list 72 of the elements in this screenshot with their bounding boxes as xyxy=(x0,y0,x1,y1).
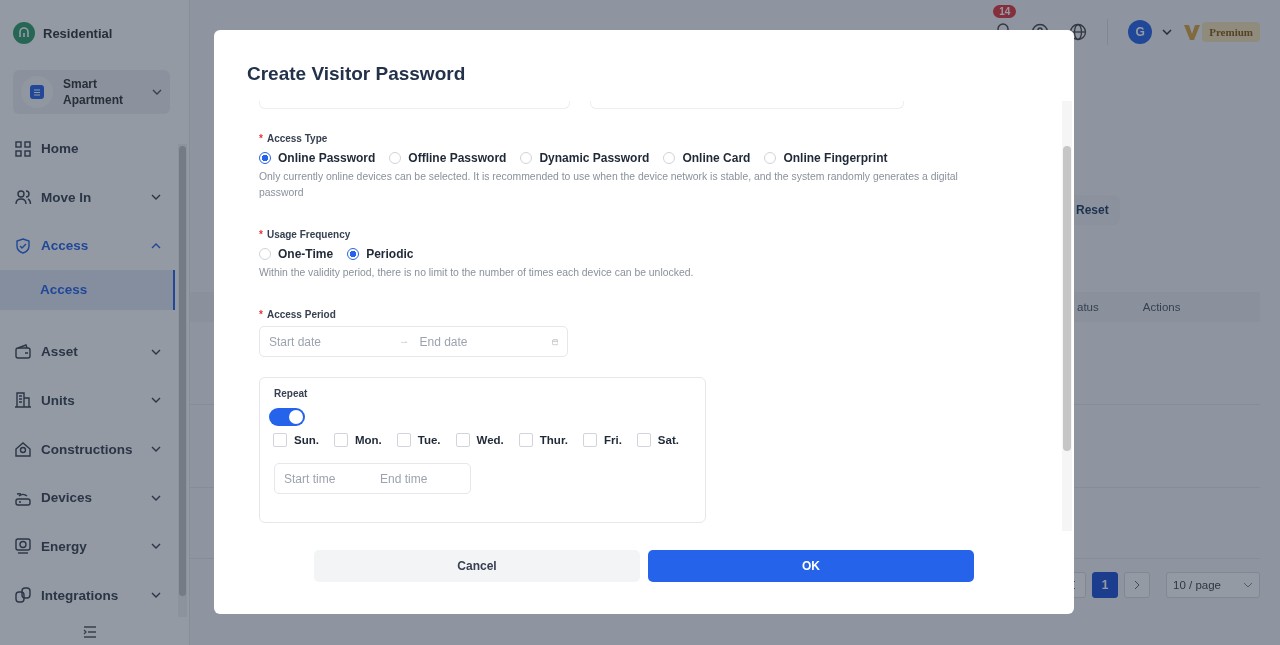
chevron-down-icon[interactable] xyxy=(1162,29,1173,35)
radio-option[interactable]: Dynamic Password xyxy=(520,151,650,165)
cancel-button[interactable]: Cancel xyxy=(314,550,640,582)
toggle-switch[interactable] xyxy=(269,408,305,426)
ok-button[interactable]: OK xyxy=(648,550,974,582)
menu-item[interactable]: Energy xyxy=(0,522,189,571)
start-date-input[interactable]: Start date xyxy=(269,334,389,349)
end-time-input[interactable]: End time xyxy=(380,471,452,486)
premium-badge: Premium xyxy=(1202,22,1260,42)
people-icon xyxy=(14,188,32,207)
page-button[interactable]: 1 xyxy=(1092,572,1118,598)
menu-item[interactable]: Constructions xyxy=(0,424,189,474)
logo-icon xyxy=(13,22,35,44)
building-icon xyxy=(14,391,32,410)
hint-text: Within the validity period, there is no limit to the number of times each device can be unlocked. xyxy=(259,266,695,280)
chevron-down-icon xyxy=(1243,582,1253,588)
field-label: Access Type xyxy=(266,133,328,144)
radio-option[interactable]: Online Fingerprint xyxy=(764,151,888,165)
required-mark: * xyxy=(259,309,263,320)
checkbox-option[interactable]: Fri. xyxy=(582,433,622,447)
menu-item[interactable]: Move In xyxy=(0,172,189,222)
monitor-icon xyxy=(14,537,32,556)
menu-item[interactable]: Units xyxy=(0,376,189,425)
menu-item[interactable]: Devices xyxy=(0,473,189,523)
checkbox-option[interactable]: Sun. xyxy=(273,433,319,447)
field-label: Usage Frequency xyxy=(266,229,351,240)
checkbox-option[interactable]: Wed. xyxy=(455,433,504,447)
time-range-field[interactable]: Start time End time xyxy=(274,463,471,494)
checkbox-option[interactable]: Tue. xyxy=(396,433,441,447)
scroll-bar[interactable] xyxy=(1063,146,1071,451)
radio-option[interactable]: Offline Password xyxy=(389,151,507,165)
hint-text: Only currently online devices can be selected. It is recommended to use when the device network is stable, and the system randomly generates a digital password xyxy=(259,170,959,200)
required-mark: * xyxy=(259,133,263,144)
field-label: Repeat xyxy=(274,388,309,399)
radio-option[interactable]: Online Card xyxy=(663,151,751,165)
chevron-right-icon xyxy=(1134,580,1140,590)
menu-item[interactable]: Access xyxy=(0,221,189,271)
column-header: Actions xyxy=(1142,301,1181,313)
list-icon xyxy=(30,85,44,100)
required-mark: * xyxy=(259,229,263,240)
menu-icon[interactable] xyxy=(82,626,97,639)
notification-badge: 14 xyxy=(993,5,1017,18)
end-date-input[interactable]: End date xyxy=(419,334,540,349)
submenu-item[interactable]: Access xyxy=(0,270,175,311)
radio-option[interactable]: Periodic xyxy=(347,247,414,261)
wallet-icon xyxy=(14,342,32,361)
project-selector[interactable]: Smart Apartment xyxy=(13,70,170,115)
scroll-bar[interactable] xyxy=(179,146,186,597)
menu-item[interactable]: Integrations xyxy=(0,570,189,620)
grid-icon xyxy=(14,139,32,158)
field-label: Access Period xyxy=(266,309,336,320)
menu-item[interactable]: Asset xyxy=(0,327,189,376)
menu-item[interactable]: Home xyxy=(0,124,189,173)
page-size-select[interactable]: 10 / page xyxy=(1166,572,1260,598)
avatar[interactable]: G xyxy=(1128,20,1153,44)
checkbox-option[interactable]: Thur. xyxy=(518,433,568,447)
link-icon xyxy=(14,586,32,605)
chevron-down-icon xyxy=(152,89,162,96)
start-time-input[interactable]: Start time xyxy=(284,471,356,486)
globe-icon[interactable] xyxy=(1069,23,1088,41)
shield-icon xyxy=(14,237,32,255)
checkbox-option[interactable]: Sat. xyxy=(636,433,679,447)
v-logo-icon xyxy=(1184,24,1201,40)
date-range-field[interactable]: Start date End date xyxy=(259,326,568,357)
house-icon xyxy=(14,440,32,459)
radio-option[interactable]: Online Password xyxy=(259,151,376,165)
radio-option[interactable]: One-Time xyxy=(259,247,334,261)
brand-name: Residential xyxy=(43,25,113,41)
dialog-title: Create Visitor Password xyxy=(247,63,467,86)
column-header: atus xyxy=(1077,301,1099,313)
next-page-button[interactable] xyxy=(1124,572,1150,598)
checkbox-option[interactable]: Mon. xyxy=(333,433,382,447)
